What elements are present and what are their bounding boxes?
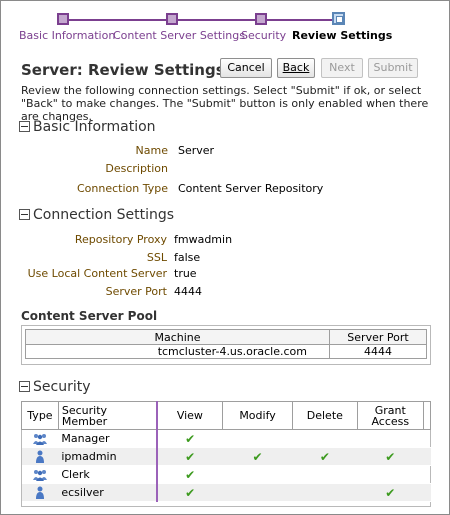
delete-check-icon: ✔ [292, 447, 358, 466]
security-member-cell: ecsilver [58, 483, 157, 502]
connection-settings-heading: Connection Settings [33, 207, 175, 223]
group-icon [21, 465, 59, 484]
table-row[interactable]: ipmadmin ✔ ✔ ✔ ✔ [21, 447, 431, 466]
train-stop-basic-information[interactable] [57, 13, 69, 25]
train-connector [266, 19, 338, 21]
wizard-train: Basic Information Content Server Setting… [1, 1, 449, 49]
ssl-label: SSL [146, 251, 167, 264]
user-icon [21, 447, 59, 466]
grant-cell [357, 465, 424, 484]
filler-cell [423, 465, 431, 484]
table-row: tcmcluster-4.us.oracle.com 4444 [25, 344, 427, 359]
train-label-review-settings: Review Settings [292, 29, 393, 42]
basic-information-header[interactable]: Basic Information [19, 119, 156, 135]
name-value: Server [178, 144, 215, 157]
user-icon [21, 483, 59, 502]
modify-cell [222, 483, 293, 502]
train-stop-review-settings [332, 12, 345, 25]
view-check-icon: ✔ [155, 447, 223, 466]
cancel-button[interactable]: Cancel [220, 58, 272, 78]
server-port-cell: 4444 [329, 344, 427, 359]
filler-cell [423, 429, 431, 448]
collapse-icon[interactable] [19, 120, 30, 132]
page-title: Server: Review Settings [21, 61, 225, 79]
modify-cell [222, 465, 293, 484]
column-header-grant-access[interactable]: Grant Access [356, 401, 425, 430]
grant-check-icon: ✔ [357, 483, 424, 502]
delete-cell [292, 465, 358, 484]
next-button[interactable]: Next [321, 58, 363, 78]
machine-cell: tcmcluster-4.us.oracle.com [25, 344, 330, 359]
table-row[interactable]: ecsilver ✔ ✔ [21, 483, 431, 502]
collapse-icon[interactable] [19, 380, 30, 392]
description-label: Description [105, 162, 168, 175]
view-check-icon: ✔ [155, 483, 223, 502]
connection-settings-header[interactable]: Connection Settings [19, 207, 174, 223]
column-header-server-port[interactable]: Server Port [329, 329, 427, 345]
train-stop-content-server-settings[interactable] [166, 13, 178, 25]
connection-type-value: Content Server Repository [178, 182, 324, 195]
security-member-cell: Manager [58, 429, 157, 448]
collapse-icon[interactable] [19, 208, 30, 220]
column-header-type[interactable]: Type [21, 401, 59, 430]
train-label-content-server-settings[interactable]: Content Server Settings [113, 29, 245, 42]
column-header-modify[interactable]: Modify [221, 401, 294, 430]
column-header-delete[interactable]: Delete [292, 401, 358, 430]
group-icon [21, 429, 59, 448]
view-check-icon: ✔ [155, 465, 223, 484]
use-local-value: true [174, 267, 197, 280]
train-label-basic-information[interactable]: Basic Information [19, 29, 115, 42]
instructions-text: Review the following connection settings… [21, 84, 429, 123]
server-port-value: 4444 [174, 285, 202, 298]
content-server-pool-heading: Content Server Pool [21, 309, 158, 323]
repository-proxy-label: Repository Proxy [74, 233, 167, 246]
table-row[interactable]: Clerk ✔ [21, 465, 431, 484]
security-member-cell: Clerk [58, 465, 157, 484]
train-connector [68, 19, 172, 21]
column-header-view[interactable]: View [155, 401, 223, 430]
use-local-label: Use Local Content Server [27, 267, 167, 280]
grant-check-icon: ✔ [357, 447, 424, 466]
app-frame: Basic Information Content Server Setting… [0, 0, 450, 515]
security-heading: Security [33, 379, 91, 395]
content-server-pool-table: Machine Server Port tcmcluster-4.us.orac… [25, 329, 427, 359]
view-check-icon: ✔ [155, 429, 223, 448]
ssl-value: false [174, 251, 201, 264]
table-row[interactable]: Manager ✔ [21, 429, 431, 448]
connection-type-label: Connection Type [76, 182, 168, 195]
name-label: Name [135, 144, 168, 157]
delete-cell [292, 483, 358, 502]
table-header-row: Type Security Member View Modify Delete … [21, 401, 431, 430]
filler-cell [423, 483, 431, 502]
table-header-row: Machine Server Port [25, 329, 427, 345]
train-connector [177, 19, 261, 21]
submit-button[interactable]: Submit [368, 58, 418, 78]
security-table: Type Security Member View Modify Delete … [21, 401, 431, 502]
filler-cell [423, 447, 431, 466]
column-header-machine[interactable]: Machine [25, 329, 330, 345]
security-header[interactable]: Security [19, 379, 91, 395]
back-button[interactable]: Back [277, 58, 315, 78]
column-header-filler [423, 401, 431, 430]
server-port-label: Server Port [105, 285, 167, 298]
delete-cell [292, 429, 358, 448]
security-member-cell: ipmadmin [58, 447, 157, 466]
basic-information-heading: Basic Information [33, 119, 156, 135]
column-header-security-member[interactable]: Security Member [57, 401, 158, 430]
modify-cell [222, 429, 293, 448]
back-button-label: Back [282, 61, 310, 74]
repository-proxy-value: fmwadmin [174, 233, 233, 246]
modify-check-icon: ✔ [222, 447, 293, 466]
train-label-security[interactable]: Security [241, 29, 286, 42]
train-stop-security[interactable] [255, 13, 267, 25]
grant-cell [357, 429, 424, 448]
